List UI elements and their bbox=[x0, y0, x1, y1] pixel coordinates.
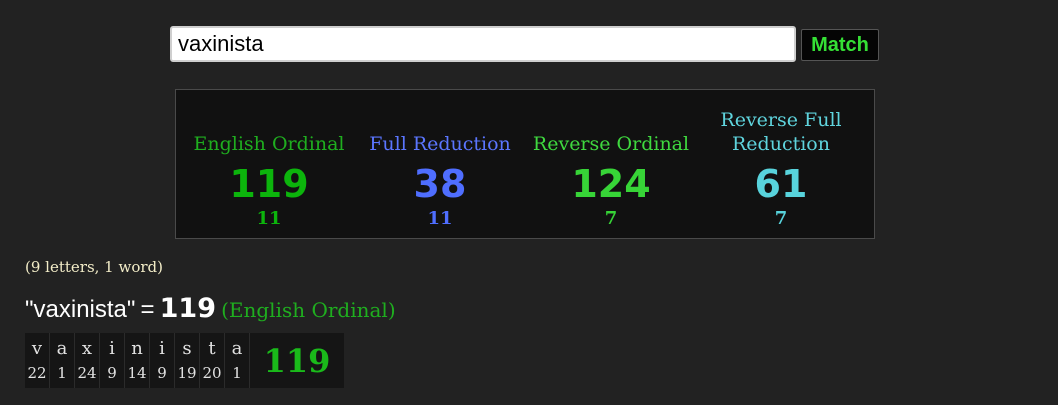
cipher-reduced-value: 7 bbox=[774, 208, 788, 229]
cipher-value: 124 bbox=[571, 162, 651, 206]
cipher-reverse-ordinal: Reverse Ordinal 124 7 bbox=[526, 90, 696, 240]
letter-cell: n 14 bbox=[125, 333, 150, 388]
letter-value: 19 bbox=[177, 364, 197, 382]
letter-cell: i9 bbox=[100, 333, 125, 388]
letter-breakdown-table: v 22 a1 x 24 i9 n 14 i9 s 19 t 20 a1 119 bbox=[25, 333, 344, 388]
letter-cell: a1 bbox=[50, 333, 75, 388]
word-count-info: (9 letters, 1 word) bbox=[25, 258, 163, 276]
breakdown-total: 119 bbox=[263, 341, 331, 380]
letter: s bbox=[182, 338, 192, 359]
equation-equals-sign: = bbox=[140, 296, 155, 323]
letter-value: 1 bbox=[57, 364, 67, 382]
letter: t bbox=[208, 338, 216, 359]
letter-cell: t 20 bbox=[200, 333, 225, 388]
cipher-results-panel: English Ordinal 119 11 Full Reduction 38… bbox=[175, 89, 875, 239]
letter-cell: a1 bbox=[225, 333, 250, 388]
cipher-english-ordinal: English Ordinal 119 11 bbox=[184, 90, 354, 240]
cipher-reduced-value: 11 bbox=[427, 208, 453, 229]
cipher-reverse-full-reduction: Reverse Full Reduction 61 7 bbox=[696, 90, 866, 240]
cipher-reduced-value: 7 bbox=[604, 208, 618, 229]
match-button[interactable]: Match bbox=[801, 29, 879, 61]
letter: n bbox=[131, 338, 143, 359]
cipher-reduced-value: 11 bbox=[256, 208, 282, 229]
cipher-value: 38 bbox=[413, 162, 467, 206]
search-input[interactable] bbox=[170, 26, 796, 62]
cipher-name: Reverse Ordinal bbox=[532, 133, 690, 155]
letter: v bbox=[31, 338, 43, 359]
equation-value: 119 bbox=[159, 293, 216, 324]
letter: a bbox=[231, 338, 243, 359]
letter: x bbox=[81, 338, 93, 359]
equation-cipher-name: (English Ordinal) bbox=[221, 298, 396, 322]
letter-value: 14 bbox=[127, 364, 147, 382]
letter-value: 22 bbox=[27, 364, 47, 382]
letter-cell: s 19 bbox=[175, 333, 200, 388]
letter-value: 24 bbox=[77, 364, 97, 382]
letter-value: 9 bbox=[107, 364, 117, 382]
letter-cell: v 22 bbox=[25, 333, 50, 388]
cipher-value: 61 bbox=[754, 162, 808, 206]
letter-cell: x 24 bbox=[75, 333, 100, 388]
letter: i bbox=[109, 338, 115, 359]
equation-phrase: "vaxinista" bbox=[25, 296, 136, 323]
cipher-name: Full Reduction bbox=[369, 133, 511, 155]
letter-value: 20 bbox=[202, 364, 222, 382]
letter-cell: i9 bbox=[150, 333, 175, 388]
letter-value: 1 bbox=[232, 364, 242, 382]
equation-line: "vaxinista" = 119 (English Ordinal) bbox=[25, 293, 396, 328]
cipher-full-reduction: Full Reduction 38 11 bbox=[355, 90, 525, 240]
cipher-name: English Ordinal bbox=[193, 133, 345, 155]
letter-value: 9 bbox=[157, 364, 167, 382]
cipher-value: 119 bbox=[229, 162, 309, 206]
letter: a bbox=[56, 338, 68, 359]
letter: i bbox=[159, 338, 165, 359]
cipher-name: Reverse Full Reduction bbox=[720, 109, 842, 155]
